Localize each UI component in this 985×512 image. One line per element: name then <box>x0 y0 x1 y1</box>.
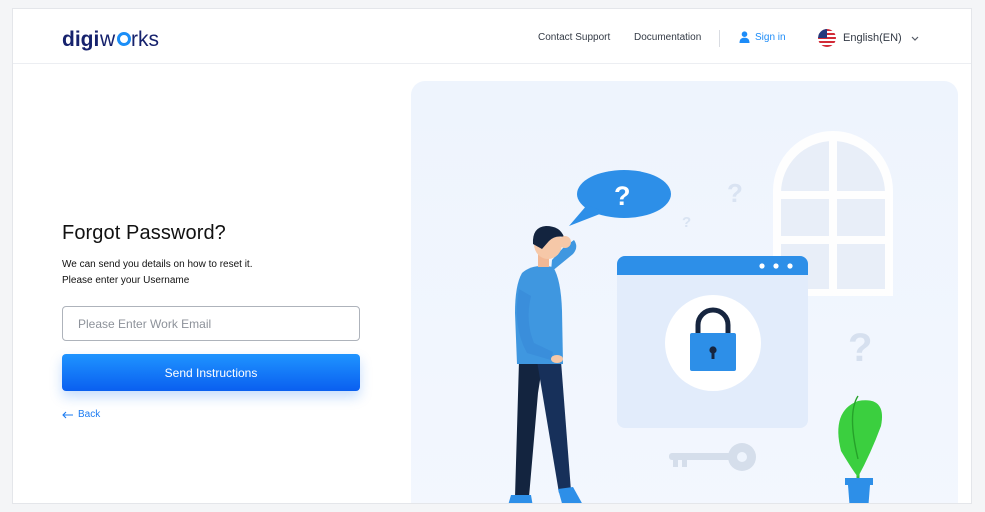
arrow-left-icon <box>62 411 73 418</box>
question-mark-icon: ? <box>848 326 872 370</box>
forgot-password-illustration: ? ? ? ? <box>508 131 893 503</box>
sign-in-label: Sign in <box>755 31 786 43</box>
svg-text:?: ? <box>614 181 631 211</box>
potted-plant <box>838 395 883 503</box>
page-title: Forgot Password? <box>62 222 226 244</box>
documentation-link[interactable]: Documentation <box>634 32 701 43</box>
svg-text:rks: rks <box>131 28 159 51</box>
work-email-input[interactable] <box>62 306 360 341</box>
nav-divider <box>719 30 720 47</box>
locked-browser-window <box>617 256 808 428</box>
speech-bubble: ? <box>569 170 671 226</box>
svg-text:w: w <box>99 28 116 51</box>
send-instructions-button[interactable]: Send Instructions <box>62 354 360 391</box>
digiworks-logo[interactable]: digi w rks <box>62 25 162 53</box>
confused-man-figure <box>508 226 582 503</box>
back-link[interactable]: Back <box>62 409 100 420</box>
top-navigation-bar: digi w rks Contact Support Documentation… <box>13 9 971 64</box>
sign-in-link[interactable]: Sign in <box>739 31 786 43</box>
subtitle-line-1: We can send you details on how to reset … <box>62 259 253 270</box>
back-label: Back <box>78 409 101 420</box>
language-selector[interactable]: English(EN) <box>818 29 919 47</box>
svg-text:digi: digi <box>62 28 99 51</box>
key-icon <box>669 443 756 471</box>
subtitle-line-2: Please enter your Username <box>62 275 190 286</box>
chevron-down-icon <box>911 36 919 41</box>
contact-support-link[interactable]: Contact Support <box>538 32 610 43</box>
question-mark-icon: ? <box>682 214 691 231</box>
us-flag-icon <box>818 29 836 47</box>
language-label: English(EN) <box>843 32 902 44</box>
question-mark-icon: ? <box>727 178 743 208</box>
user-icon <box>739 31 750 43</box>
page-frame: digi w rks Contact Support Documentation… <box>12 8 972 504</box>
